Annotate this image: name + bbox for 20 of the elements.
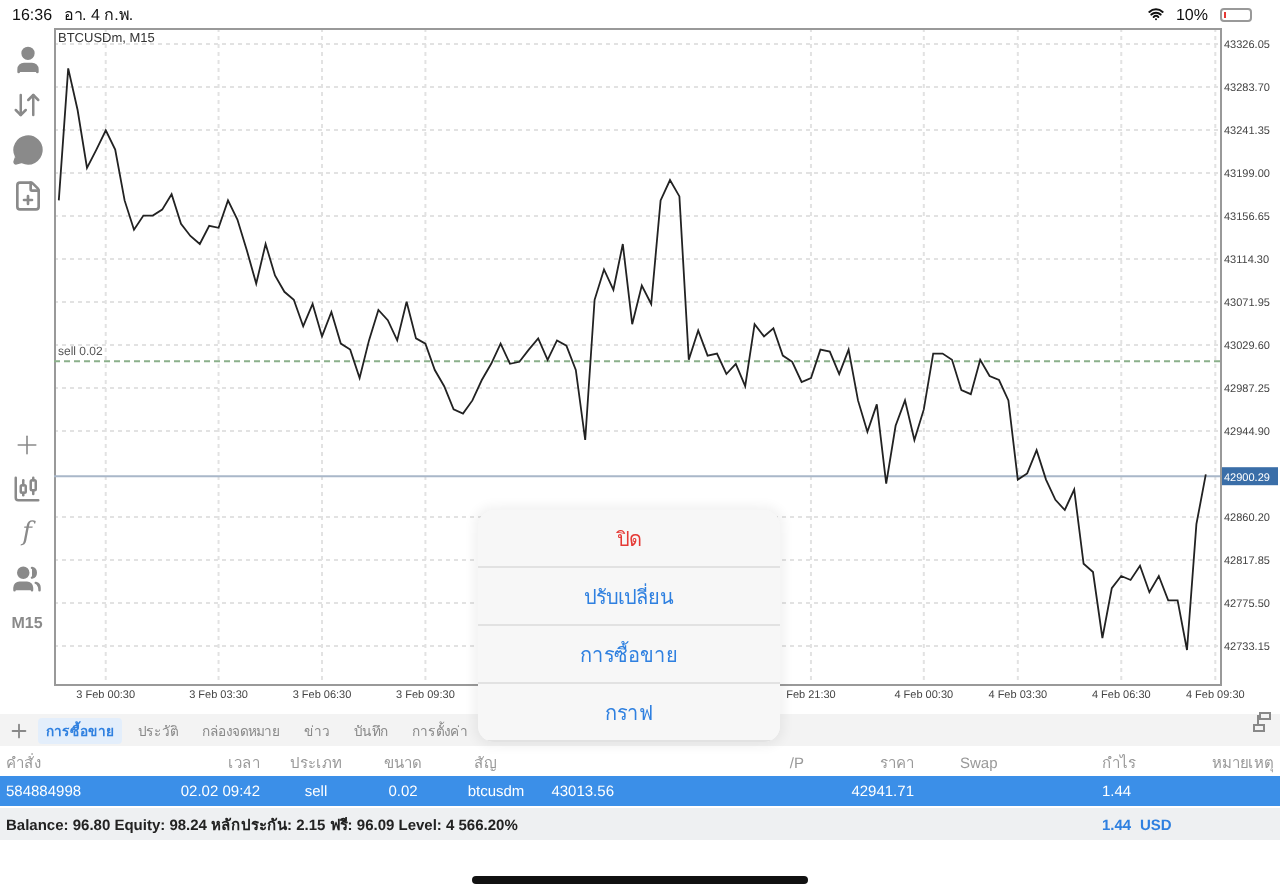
date: อา. 4 ก.พ. (64, 3, 134, 27)
menu-item[interactable]: ปิด (478, 510, 780, 568)
layout-icon[interactable] (1252, 712, 1272, 732)
chat-icon[interactable] (11, 134, 43, 166)
clock: 16:36 (12, 5, 53, 23)
add-icon[interactable] (8, 719, 30, 741)
file-plus-icon[interactable] (11, 180, 43, 212)
battery-icon (1220, 7, 1252, 21)
arrows-icon[interactable] (12, 90, 42, 120)
candlestick-icon[interactable] (12, 474, 42, 504)
timeframe-button[interactable]: M15 (11, 614, 43, 632)
menu-item[interactable]: ปรับเปลี่ยน (478, 568, 780, 626)
person-icon[interactable] (11, 44, 43, 76)
indicator-icon[interactable]: f (22, 518, 32, 550)
menu-item[interactable]: การซื้อขาย (478, 626, 780, 684)
wifi-icon (1147, 6, 1164, 22)
menu-item[interactable]: กราฟ (478, 684, 780, 742)
people-icon[interactable] (12, 564, 42, 594)
crosshair-icon[interactable] (12, 430, 42, 460)
battery-percent: 10% (1175, 5, 1208, 23)
